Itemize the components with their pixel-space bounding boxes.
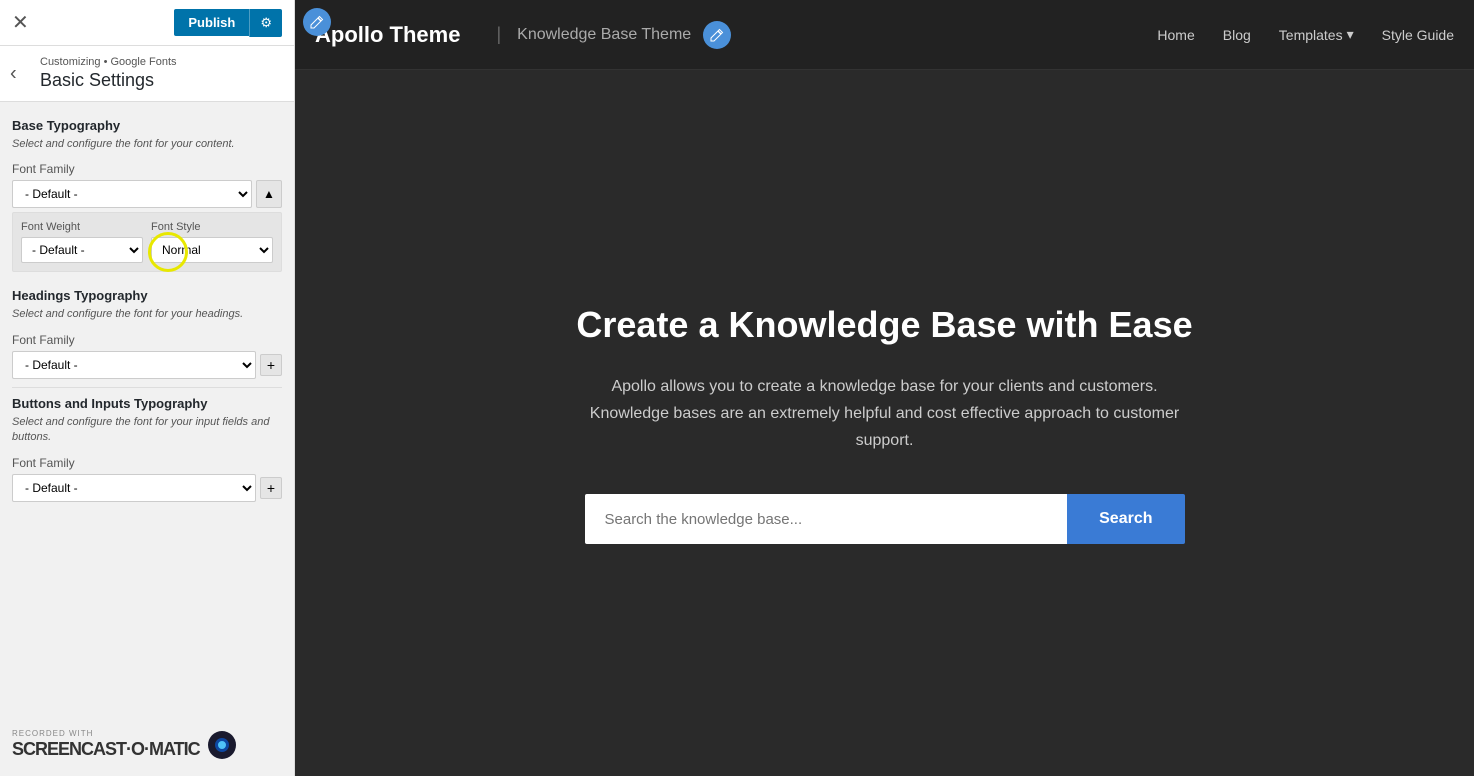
headings-add-button[interactable]: + (260, 354, 282, 376)
watermark: RECORDED WITH SCREENCAST·O·MATIC (12, 729, 236, 760)
nav-link-home[interactable]: Home (1157, 27, 1194, 43)
base-font-family-select[interactable]: - Default - (12, 180, 252, 208)
headings-typography-title: Headings Typography (12, 288, 282, 303)
breadcrumb-path: Customizing • Google Fonts (40, 56, 282, 68)
font-style-col: Font Style Normal Italic Oblique (151, 221, 273, 263)
base-font-family-row: - Default - ▲ (12, 180, 282, 208)
publish-button[interactable]: Publish (174, 9, 249, 36)
font-style-label: Font Style (151, 221, 273, 233)
recorded-with-text: RECORDED WITH (12, 729, 200, 739)
search-button[interactable]: Search (1067, 494, 1184, 544)
base-typography-desc: Select and configure the font for your c… (12, 137, 282, 152)
panel-content: Base Typography Select and configure the… (0, 102, 294, 776)
buttons-font-family-label: Font Family (12, 456, 282, 470)
preview-nav: Apollo Theme | Knowledge Base Theme Home… (295, 0, 1474, 70)
headings-typography-desc: Select and configure the font for your h… (12, 307, 282, 322)
base-typography-section: Base Typography Select and configure the… (12, 118, 282, 272)
buttons-inputs-typography-title: Buttons and Inputs Typography (12, 396, 282, 411)
section-divider-1 (12, 387, 282, 388)
preview-headline: Create a Knowledge Base with Ease (576, 302, 1192, 349)
watermark-icon-inner (215, 738, 229, 752)
buttons-inputs-typography-desc: Select and configure the font for your i… (12, 415, 282, 446)
watermark-text-block: RECORDED WITH SCREENCAST·O·MATIC (12, 729, 200, 760)
font-style-select[interactable]: Normal Italic Oblique (151, 237, 273, 263)
edit-icon-top[interactable] (303, 8, 331, 36)
right-panel: Apollo Theme | Knowledge Base Theme Home… (295, 0, 1474, 776)
font-weight-col: Font Weight - Default - (21, 221, 143, 263)
watermark-icon (208, 731, 236, 759)
headings-font-family-label: Font Family (12, 333, 282, 347)
headings-font-family-row: - Default - + (12, 351, 282, 379)
font-weight-select[interactable]: - Default - (21, 237, 143, 263)
headings-font-family-select[interactable]: - Default - (12, 351, 256, 379)
base-font-family-label: Font Family (12, 162, 282, 176)
brand-text: SCREENCAST·O·MATIC (12, 739, 200, 760)
search-input[interactable] (585, 494, 1068, 544)
preview-description: Apollo allows you to create a knowledge … (585, 373, 1185, 455)
buttons-font-family-select[interactable]: - Default - (12, 474, 256, 502)
preview-nav-divider: | (496, 24, 501, 45)
settings-button[interactable]: ⚙ (249, 9, 282, 37)
breadcrumb-title: Basic Settings (40, 70, 282, 91)
preview-main: Create a Knowledge Base with Ease Apollo… (295, 70, 1474, 776)
font-weight-label: Font Weight (21, 221, 143, 233)
nav-link-templates[interactable]: Templates ▾ (1279, 26, 1354, 43)
buttons-font-family-row: - Default - + (12, 474, 282, 502)
font-weight-style-row: Font Weight - Default - Font Style Norma… (12, 212, 282, 272)
templates-arrow-icon: ▾ (1347, 26, 1354, 43)
breadcrumb-bar: ‹ Customizing • Google Fonts Basic Setti… (0, 46, 294, 102)
preview-nav-links: Home Blog Templates ▾ Style Guide (1157, 26, 1454, 43)
buttons-add-button[interactable]: + (260, 477, 282, 499)
scroll-up-button[interactable]: ▲ (256, 180, 282, 208)
close-button[interactable]: ✕ (12, 13, 29, 33)
base-typography-title: Base Typography (12, 118, 282, 133)
headings-typography-section: Headings Typography Select and configure… (12, 288, 282, 378)
edit-icon-nav[interactable] (703, 21, 731, 49)
back-button[interactable]: ‹ (10, 62, 17, 85)
buttons-inputs-typography-section: Buttons and Inputs Typography Select and… (12, 396, 282, 502)
nav-link-blog[interactable]: Blog (1223, 27, 1251, 43)
left-panel: ✕ Publish ⚙ ‹ Customizing • Google Fonts… (0, 0, 295, 776)
publish-group: Publish ⚙ (174, 9, 282, 37)
top-bar: ✕ Publish ⚙ (0, 0, 294, 46)
nav-link-style-guide[interactable]: Style Guide (1382, 27, 1454, 43)
preview-site-title: Apollo Theme (315, 22, 460, 48)
search-bar: Search (585, 494, 1185, 544)
preview-site-subtitle: Knowledge Base Theme (517, 26, 691, 44)
